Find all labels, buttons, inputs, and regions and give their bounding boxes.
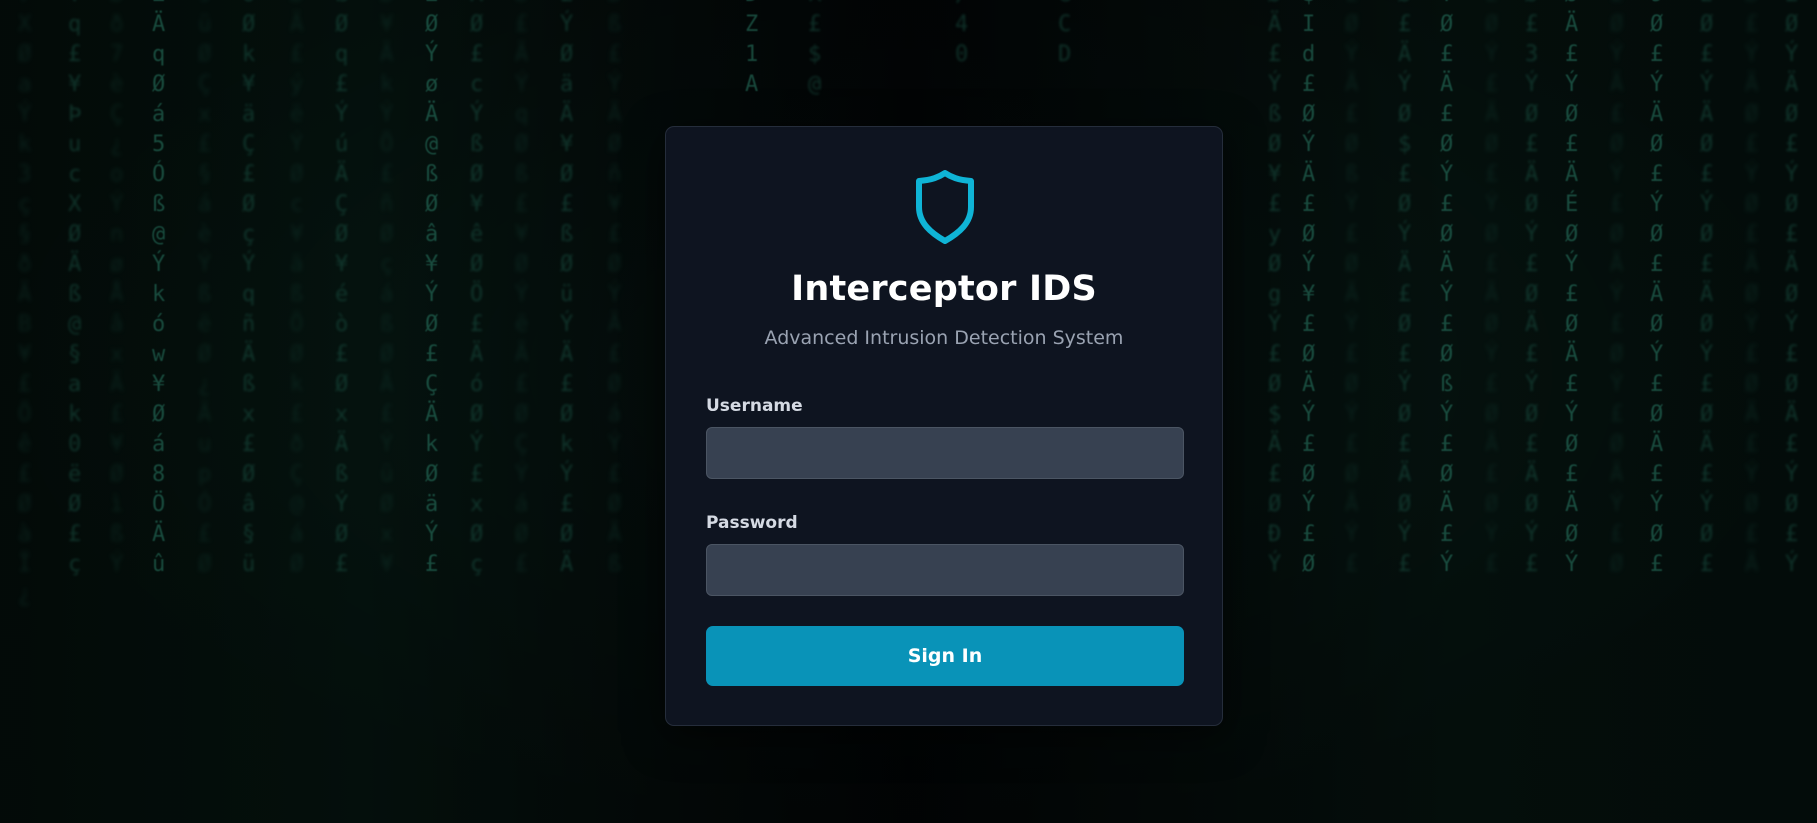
app-title: Interceptor IDS xyxy=(791,269,1097,309)
password-input[interactable] xyxy=(706,544,1184,596)
sign-in-button[interactable]: Sign In xyxy=(706,626,1184,686)
username-input[interactable] xyxy=(706,427,1184,479)
app-subtitle: Advanced Intrusion Detection System xyxy=(764,327,1124,349)
password-label: Password xyxy=(706,513,798,533)
username-label: Username xyxy=(706,396,803,416)
shield-icon xyxy=(916,170,974,244)
login-card: Interceptor IDS Advanced Intrusion Detec… xyxy=(665,126,1223,726)
